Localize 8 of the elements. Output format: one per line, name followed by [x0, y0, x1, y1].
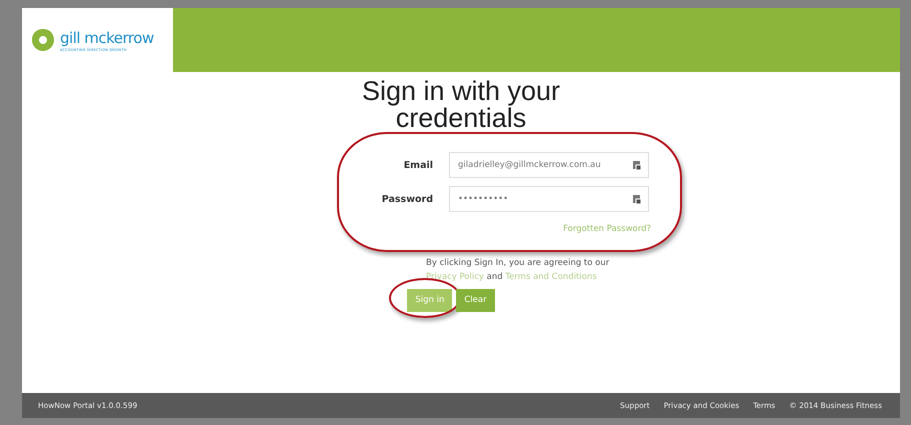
input-field[interactable]: giladrielley@gillmckerrow.com.au — [449, 152, 649, 178]
logo-name: gill mckerrow — [60, 28, 154, 48]
page-title: Sign in with your credentials — [360, 78, 562, 132]
clear-button[interactable]: Clear — [456, 288, 495, 312]
agreement-text: By clicking Sign In, you are agreeing to our Privacy Policy and Terms and Conditions — [426, 257, 610, 284]
field-label: Email — [402, 160, 433, 170]
input-field[interactable]: •••••••••• — [449, 186, 649, 212]
field-label: Password — [380, 194, 433, 204]
